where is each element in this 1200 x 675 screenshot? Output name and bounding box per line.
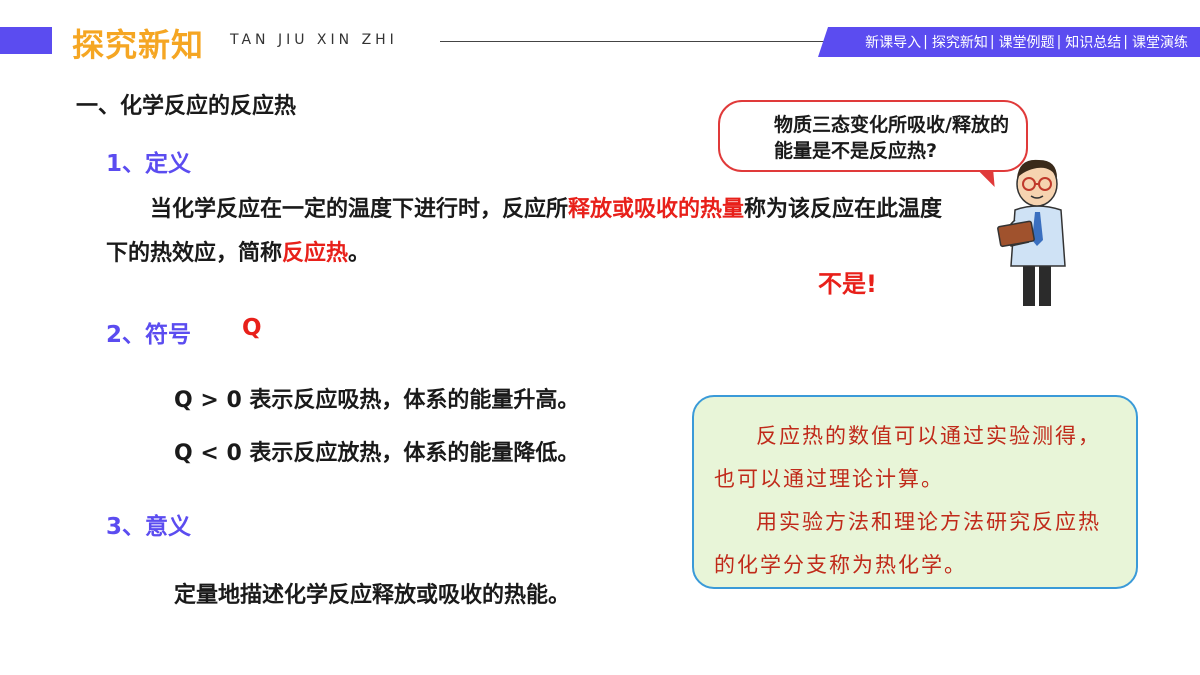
header-divider [440, 41, 830, 42]
section-title: 一、化学反应的反应热 [76, 94, 297, 119]
nav-item-intro[interactable]: 新课导入 [865, 32, 921, 52]
nav-item-practice[interactable]: 课堂演练 [1132, 32, 1188, 52]
nav-item-summary[interactable]: 知识总结 [1065, 32, 1121, 52]
nav-item-explore[interactable]: 探究新知 [932, 32, 988, 52]
symbol-heading: 2、符号 [106, 322, 192, 348]
definition-term: 反应热 [282, 241, 349, 266]
nav-separator: | [1056, 34, 1062, 50]
note-box: 反应热的数值可以通过实验测得，也可以通过理论计算。 用实验方法和理论方法研究反应… [692, 395, 1138, 589]
header-accent-bar [0, 27, 52, 54]
bubble-answer: 不是! [818, 270, 877, 298]
nav-separator: | [923, 34, 928, 50]
definition-text-part: 。 [348, 241, 371, 266]
note-line: 用实验方法和理论方法研究反应热的化学分支称为热化学。 [714, 510, 1101, 577]
definition-highlight: 释放或吸收的热量 [568, 197, 745, 222]
definition-text-part: 当化学反应在一定的温度下进行时，反应所 [150, 197, 569, 222]
top-nav: 新课导入 | 探究新知 | 课堂例题 | 知识总结 | 课堂演练 [818, 27, 1200, 57]
symbol-positive: Q > 0 表示反应吸热，体系的能量升高。 [174, 388, 580, 413]
page-title: 探究新知 [72, 26, 205, 64]
meaning-text: 定量地描述化学反应释放或吸收的热能。 [174, 583, 571, 608]
nav-separator: | [1123, 34, 1128, 50]
symbol-negative: Q < 0 表示反应放热，体系的能量降低。 [174, 441, 580, 466]
symbol-value: Q [242, 315, 262, 341]
definition-text-part: 下的热效应，简称 [106, 241, 283, 266]
definition-heading: 1、定义 [106, 151, 192, 177]
bubble-text: 物质三态变化所吸收/释放的能量是不是反应热? [774, 114, 1009, 162]
note-line: 反应热的数值可以通过实验测得，也可以通过理论计算。 [714, 424, 1101, 491]
speech-bubble: 物质三态变化所吸收/释放的能量是不是反应热? [718, 100, 1028, 172]
meaning-heading: 3、意义 [106, 514, 192, 540]
teacher-illustration [997, 159, 1066, 306]
definition-text-part: 称为该反应在此温度 [744, 197, 943, 222]
nav-item-examples[interactable]: 课堂例题 [999, 32, 1055, 52]
nav-separator: | [989, 34, 995, 50]
page-subtitle: TAN JIU XIN ZHI [230, 32, 398, 48]
